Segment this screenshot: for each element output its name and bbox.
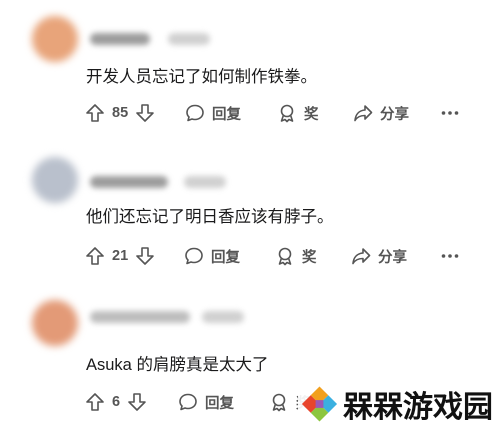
arrow-down-icon[interactable] xyxy=(134,245,156,267)
reply-button[interactable]: 回复 xyxy=(184,99,241,127)
comment-text: 开发人员忘记了如何制作铁拳。 xyxy=(86,68,317,86)
speech-bubble-icon xyxy=(177,391,199,413)
reply-label: 回复 xyxy=(211,249,240,266)
comment-actions: 21 回复 奖 分享 xyxy=(84,242,484,270)
more-dots-icon xyxy=(439,102,461,124)
watermark-logo-icon xyxy=(301,386,338,422)
reply-button[interactable]: 回复 xyxy=(177,388,234,416)
share-button[interactable]: 分享 xyxy=(350,242,407,270)
speech-bubble-icon xyxy=(184,102,206,124)
avatar[interactable] xyxy=(32,300,78,346)
comment-item: 开发人员忘记了如何制作铁拳。 85 回复 奖 分享 xyxy=(0,0,493,140)
vote-group: 85 xyxy=(84,99,156,127)
vote-group: 21 xyxy=(84,242,156,270)
speech-bubble-icon xyxy=(183,245,205,267)
more-options-button[interactable] xyxy=(439,242,461,270)
arrow-up-icon[interactable] xyxy=(84,102,106,124)
award-ribbon-icon xyxy=(274,245,296,267)
avatar[interactable] xyxy=(32,157,78,203)
vote-count: 6 xyxy=(112,394,121,410)
comment-actions: 85 回复 奖 分享 xyxy=(84,99,484,127)
vote-group: 6 xyxy=(84,388,148,416)
username-blurred[interactable] xyxy=(90,173,240,191)
award-label: 奖 xyxy=(302,249,317,266)
award-ribbon-icon xyxy=(268,391,290,413)
share-arrow-icon xyxy=(350,245,372,267)
share-button[interactable]: 分享 xyxy=(352,99,409,127)
vote-count: 21 xyxy=(112,248,129,264)
username-blurred[interactable] xyxy=(90,308,250,326)
award-button[interactable]: 奖 xyxy=(276,99,319,127)
arrow-down-icon[interactable] xyxy=(126,391,148,413)
watermark-text: 槑槑游戏园 xyxy=(343,390,493,425)
comment-item: 他们还忘记了明日香应该有脖子。 21 回复 奖 分享 xyxy=(0,143,493,283)
username-blurred[interactable] xyxy=(90,30,220,48)
arrow-down-icon[interactable] xyxy=(134,102,156,124)
share-label: 分享 xyxy=(380,106,409,123)
more-options-button[interactable] xyxy=(439,99,461,127)
award-label: 奖 xyxy=(304,106,319,123)
arrow-up-icon[interactable] xyxy=(84,391,106,413)
reply-label: 回复 xyxy=(205,395,234,412)
reply-label: 回复 xyxy=(212,106,241,123)
award-button[interactable]: 奖 xyxy=(274,242,317,270)
share-arrow-icon xyxy=(352,102,374,124)
more-dots-icon xyxy=(439,245,461,267)
watermark: 槑槑游戏园 xyxy=(298,380,493,428)
award-ribbon-icon xyxy=(276,102,298,124)
avatar[interactable] xyxy=(32,16,78,62)
comment-text: 他们还忘记了明日香应该有脖子。 xyxy=(86,208,334,226)
share-label: 分享 xyxy=(378,249,407,266)
vote-count: 85 xyxy=(112,105,129,121)
arrow-up-icon[interactable] xyxy=(84,245,106,267)
comment-text: Asuka 的肩膀真是太大了 xyxy=(86,356,269,374)
reply-button[interactable]: 回复 xyxy=(183,242,240,270)
